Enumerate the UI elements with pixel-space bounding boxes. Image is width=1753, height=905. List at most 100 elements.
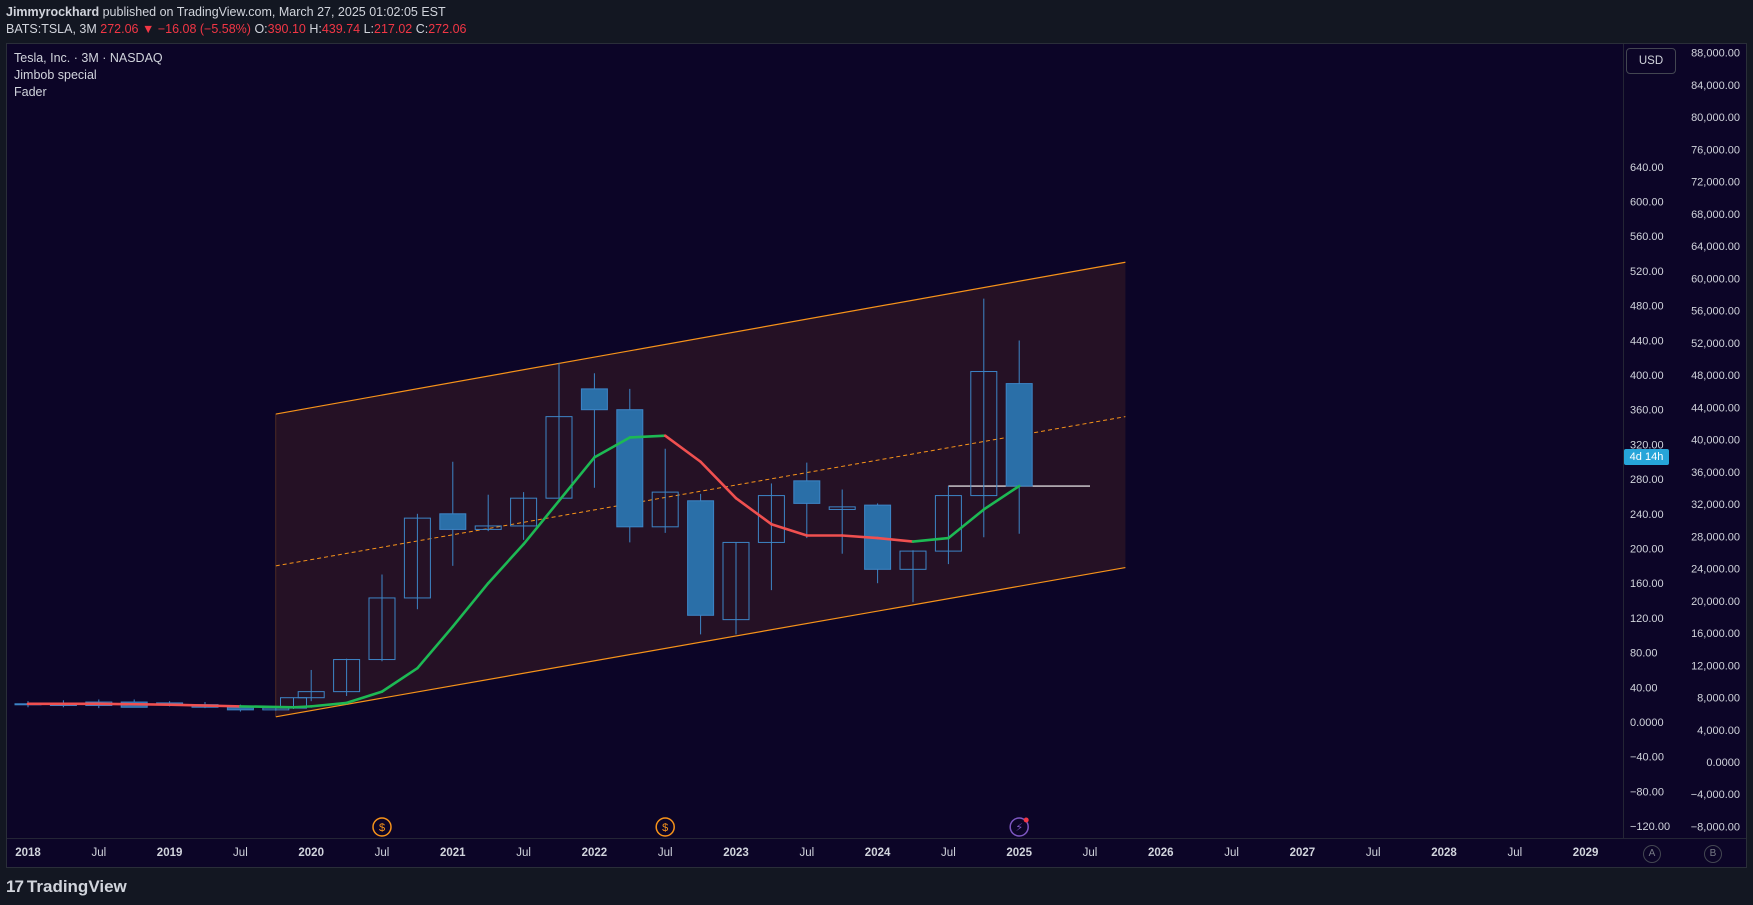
price-axis-tick-label: 520.00 <box>1630 266 1664 278</box>
time-axis-tick-label: Jul <box>1224 847 1239 859</box>
time-axis-tick-label: 2024 <box>865 847 891 859</box>
time-axis-tick-label: Jul <box>233 847 248 859</box>
chart-legend: Tesla, Inc. · 3M · NASDAQ Jimbob special… <box>14 50 163 101</box>
price-axis-tick-label: 440.00 <box>1630 335 1664 347</box>
dividend-event-icon[interactable]: $ <box>655 817 675 837</box>
tradingview-logo-text: TradingView <box>26 877 127 896</box>
secondary-axis-tick-label: 52,000.00 <box>1691 338 1740 350</box>
time-axis-tick-label: 2019 <box>157 847 183 859</box>
secondary-axis-tick-label: 48,000.00 <box>1691 370 1740 382</box>
secondary-axis-tick-label: 56,000.00 <box>1691 306 1740 318</box>
earnings-dot <box>1023 817 1029 823</box>
fader-segment <box>168 703 242 708</box>
secondary-axis-tick-label: 76,000.00 <box>1691 144 1740 156</box>
time-axis-tick-label: Jul <box>941 847 956 859</box>
secondary-axis-tick-label: 44,000.00 <box>1691 402 1740 414</box>
candle[interactable] <box>616 388 644 543</box>
time-axis-tick-label: Jul <box>1507 847 1522 859</box>
secondary-axis-tick-label: 4,000.00 <box>1697 725 1740 737</box>
secondary-axis-tick-label: 84,000.00 <box>1691 80 1740 92</box>
secondary-axis-tick-label: −4,000.00 <box>1691 789 1740 801</box>
time-axis-tick-label: 2026 <box>1148 847 1174 859</box>
secondary-axis-tick-label: 64,000.00 <box>1691 241 1740 253</box>
indicator-jimbob[interactable]: Jimbob special <box>14 67 163 84</box>
scale-b-button[interactable]: B <box>1704 845 1722 863</box>
fader-segment <box>97 702 171 706</box>
price-axis-tick-label: 0.0000 <box>1630 717 1664 729</box>
price-chart[interactable]: 640.00 600.00 560.00 520.00 480.00 440.00 400.… <box>0 0 1753 905</box>
price-axis-tick-label: 560.00 <box>1630 231 1664 243</box>
price-axis-tick-label: 480.00 <box>1630 301 1664 313</box>
time-axis-tick-label: 2022 <box>582 847 608 859</box>
candle-body <box>793 480 821 504</box>
price-axis-tick-label: 80.00 <box>1630 648 1658 660</box>
time-axis-tick-label: 2029 <box>1573 847 1599 859</box>
price-axis-tick-label: 40.00 <box>1630 682 1658 694</box>
time-axis-tick-label: 2021 <box>440 847 466 859</box>
fader-segment <box>292 705 313 709</box>
time-axis-tick-label: 2027 <box>1290 847 1316 859</box>
price-axis-tick-label: 280.00 <box>1630 474 1664 486</box>
time-axis-tick-label: Jul <box>516 847 531 859</box>
secondary-axis-tick-label: 12,000.00 <box>1691 660 1740 672</box>
footer <box>0 868 1753 905</box>
secondary-axis-tick-label: 36,000.00 <box>1691 467 1740 479</box>
time-axis-divider <box>7 838 1747 839</box>
price-axis-tick-label: −120.00 <box>1630 821 1670 833</box>
price-axis-tick-label: 360.00 <box>1630 405 1664 417</box>
price-axis-tick-label: 200.00 <box>1630 544 1664 556</box>
secondary-axis-tick-label: 72,000.00 <box>1691 177 1740 189</box>
secondary-axis-tick-label: 16,000.00 <box>1691 628 1740 640</box>
bar-countdown-label: 4d 14h <box>1624 449 1669 465</box>
secondary-axis-tick-label: 0.0000 <box>1706 757 1740 769</box>
time-axis-tick-label: 2020 <box>298 847 324 859</box>
symbol-title[interactable]: Tesla, Inc. · 3M · NASDAQ <box>14 50 163 67</box>
time-axis-tick-label: Jul <box>799 847 814 859</box>
time-axis-tick-label: 2023 <box>723 847 749 859</box>
price-axis-tick-label: 120.00 <box>1630 613 1664 625</box>
candle[interactable] <box>687 493 715 635</box>
earnings-event-icon[interactable]: ⚡ <box>1009 817 1029 837</box>
time-axis-tick-label: 2025 <box>1006 847 1032 859</box>
candle-body <box>439 513 467 530</box>
fader-segment <box>239 705 295 709</box>
dividend-symbol: $ <box>662 822 668 834</box>
auto-scale-button[interactable]: A <box>1643 845 1661 863</box>
tradingview-logo[interactable]: 17 TradingView <box>6 877 127 897</box>
currency-button[interactable]: USD <box>1626 48 1676 74</box>
time-axis-tick-label: 2018 <box>15 847 41 859</box>
price-axis-tick-label: −80.00 <box>1630 786 1664 798</box>
candle-body <box>580 388 608 411</box>
price-axis-tick-label: 400.00 <box>1630 370 1664 382</box>
secondary-axis-tick-label: 28,000.00 <box>1691 531 1740 543</box>
secondary-axis-tick-label: 88,000.00 <box>1691 48 1740 60</box>
time-axis-tick-label: Jul <box>658 847 673 859</box>
dividend-symbol: $ <box>379 822 385 834</box>
price-axis-tick-label: 600.00 <box>1630 197 1664 209</box>
candle-body <box>616 409 644 528</box>
price-axis-tick-label: 640.00 <box>1630 162 1664 174</box>
price-axis-divider <box>1623 44 1624 838</box>
channel-fill <box>275 262 1126 717</box>
earnings-symbol: ⚡ <box>1015 821 1023 834</box>
secondary-axis-tick-label: 8,000.00 <box>1697 693 1740 705</box>
time-axis-tick-label: Jul <box>375 847 390 859</box>
secondary-axis-tick-label: 68,000.00 <box>1691 209 1740 221</box>
price-axis-tick-label: 160.00 <box>1630 578 1664 590</box>
candle-body <box>687 500 715 616</box>
candle-body <box>1005 383 1033 487</box>
secondary-axis-tick-label: −8,000.00 <box>1691 821 1740 833</box>
indicator-fader[interactable]: Fader <box>14 84 163 101</box>
secondary-axis-tick-label: 80,000.00 <box>1691 112 1740 124</box>
secondary-axis-tick-label: 40,000.00 <box>1691 435 1740 447</box>
secondary-axis-tick-label: 60,000.00 <box>1691 273 1740 285</box>
secondary-axis-tick-label: 20,000.00 <box>1691 596 1740 608</box>
tradingview-mark-icon: 17 <box>6 877 24 896</box>
dividend-event-icon[interactable]: $ <box>372 817 392 837</box>
fader-segment <box>628 434 667 439</box>
secondary-axis-tick-label: 32,000.00 <box>1691 499 1740 511</box>
time-axis-tick-label: Jul <box>1366 847 1381 859</box>
secondary-axis-tick-label: 24,000.00 <box>1691 564 1740 576</box>
time-axis-tick-label: 2028 <box>1431 847 1457 859</box>
price-axis-tick-label: −40.00 <box>1630 752 1664 764</box>
